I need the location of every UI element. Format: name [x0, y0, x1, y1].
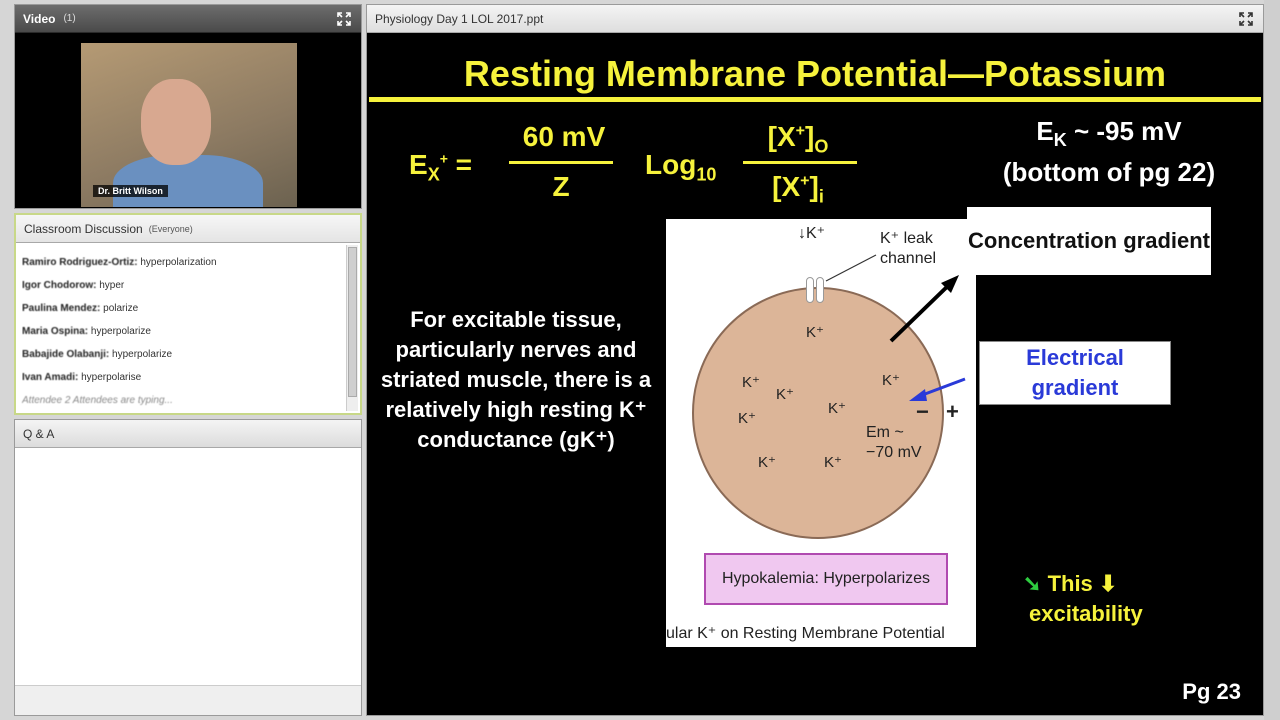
video-pod-title: Video	[23, 11, 56, 26]
chat-message: Ivan Amadi: hyperpolarise	[22, 366, 342, 389]
chat-message: Ramiro Rodriguez-Ortiz: hyperpolarizatio…	[22, 251, 342, 274]
page-number: Pg 23	[1182, 679, 1241, 704]
electrical-arrow-head	[909, 389, 927, 401]
chat-audience[interactable]: (Everyone)	[149, 224, 193, 234]
chat-message: Babajide Olabanji: hyperpolarize	[22, 343, 342, 366]
concentration-gradient-box: Concentration gradient	[967, 207, 1211, 275]
electrical-gradient-box: Electrical gradient	[979, 341, 1171, 405]
chat-text: polarize	[103, 303, 139, 314]
chat-text: hyperpolarize	[112, 349, 173, 360]
share-pod-header: Physiology Day 1 LOL 2017.ppt	[367, 5, 1263, 33]
share-pod-title: Physiology Day 1 LOL 2017.ppt	[375, 11, 544, 26]
chat-pod-header: Classroom Discussion (Everyone)	[16, 215, 360, 243]
video-feed-area: Dr. Britt Wilson	[15, 33, 361, 208]
meeting-window: Video (1) Dr. Britt Wilson Classroom Dis…	[0, 0, 1280, 720]
chat-scroll-thumb[interactable]	[348, 247, 357, 397]
window-edge	[1264, 0, 1280, 720]
chat-pod-title: Classroom Discussion	[24, 221, 143, 236]
chat-text: hyperpolarization	[140, 257, 217, 268]
presentation-slide: Resting Membrane Potential—Potassium EX+…	[369, 35, 1261, 713]
video-count: (1)	[63, 13, 76, 24]
share-pod: Physiology Day 1 LOL 2017.ppt Resting Me…	[366, 4, 1264, 716]
presenter-name-tag: Dr. Britt Wilson	[93, 185, 168, 197]
presenter-head	[141, 79, 211, 165]
fullscreen-icon[interactable]	[335, 10, 353, 28]
chat-sender: Babajide Olabanji:	[22, 349, 110, 360]
presenter-webcam[interactable]: Dr. Britt Wilson	[81, 43, 297, 207]
chat-message: Paulina Mendez: polarize	[22, 297, 342, 320]
down-arrow-icon: ⬇	[1098, 571, 1118, 596]
green-down-arrow-icon: ➘	[1023, 571, 1042, 596]
chat-message: Maria Ospina: hyperpolarize	[22, 320, 342, 343]
qa-pod-header: Q & A	[15, 420, 361, 448]
chat-message: Igor Chodorow: hyper	[22, 274, 342, 297]
video-pod: Video (1) Dr. Britt Wilson	[14, 4, 362, 209]
fullscreen-icon[interactable]	[1237, 10, 1255, 28]
chat-sender: Paulina Mendez:	[22, 303, 101, 314]
excitability-note: ➘ This ⬇ excitability	[1009, 569, 1249, 629]
qa-input-bar[interactable]	[15, 685, 361, 715]
chat-sender: Maria Ospina:	[22, 326, 89, 337]
video-pod-header: Video (1)	[15, 5, 361, 33]
concentration-arrow	[889, 279, 955, 343]
qa-pod: Q & A	[14, 419, 362, 716]
chat-text: hyperpolarise	[81, 372, 142, 383]
chat-text: hyperpolarize	[90, 326, 151, 337]
chat-scrollbar[interactable]	[346, 245, 358, 411]
typing-indicator: Attendee 2 Attendees are typing...	[22, 395, 173, 406]
qa-pod-title: Q & A	[23, 426, 55, 441]
chat-message-list: Ramiro Rodriguez-Ortiz: hyperpolarizatio…	[22, 251, 342, 409]
chat-sender: Ivan Amadi:	[22, 372, 79, 383]
this-word: This	[1047, 571, 1093, 596]
chat-sender: Igor Chodorow:	[22, 280, 97, 291]
excitability-word: excitability	[1029, 601, 1143, 626]
qa-question-list[interactable]	[15, 448, 361, 685]
this-line: ➘ This ⬇	[1009, 569, 1249, 599]
chat-text: hyper	[99, 280, 125, 291]
chat-sender: Ramiro Rodriguez-Ortiz:	[22, 257, 138, 268]
classroom-discussion-pod: Classroom Discussion (Everyone) Ramiro R…	[14, 213, 362, 415]
